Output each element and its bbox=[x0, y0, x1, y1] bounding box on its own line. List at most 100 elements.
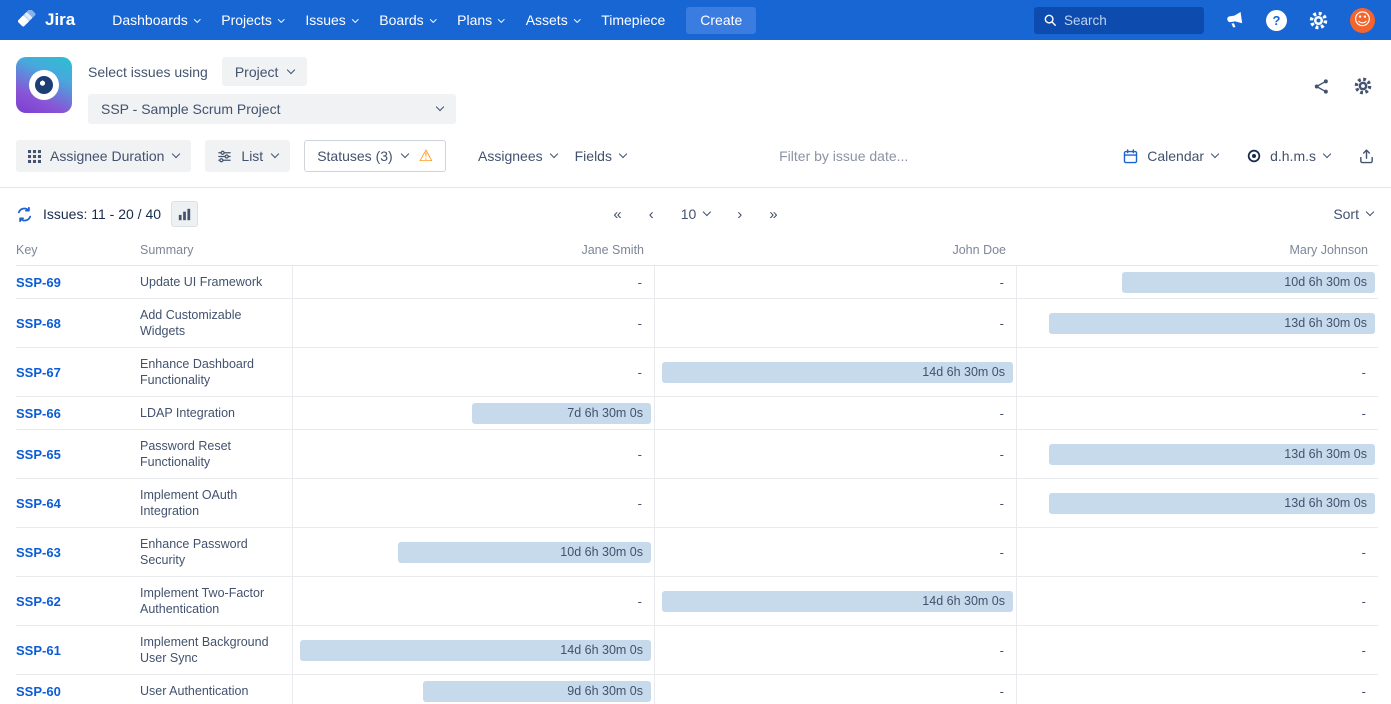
duration-cell: 14d 6h 30m 0s bbox=[292, 626, 654, 674]
issue-source-dropdown[interactable]: Project bbox=[222, 57, 308, 86]
chevron-down-icon bbox=[278, 16, 284, 22]
issue-summary: LDAP Integration bbox=[140, 397, 292, 429]
issue-summary: User Authentication bbox=[140, 675, 292, 704]
issue-key-link[interactable]: SSP-60 bbox=[16, 684, 61, 699]
duration-cell: 9d 6h 30m 0s bbox=[292, 675, 654, 704]
assignees-dropdown[interactable]: Assignees bbox=[478, 148, 557, 164]
duration-cell: - bbox=[654, 675, 1016, 704]
duration-cell: - bbox=[654, 397, 1016, 429]
issue-key-link[interactable]: SSP-65 bbox=[16, 447, 61, 462]
duration-cell: 14d 6h 30m 0s bbox=[654, 348, 1016, 396]
grid-icon bbox=[28, 150, 41, 163]
nav-item-timepiece[interactable]: Timepiece bbox=[590, 0, 676, 40]
top-navbar: Jira Dashboards Projects IssuesBoardsPlans… bbox=[0, 0, 1391, 40]
nav-item-projects[interactable]: Projects bbox=[210, 0, 294, 40]
column-header-summary[interactable]: Summary bbox=[140, 243, 292, 257]
page-size-value: 10 bbox=[681, 206, 697, 222]
duration-bar: 13d 6h 30m 0s bbox=[1049, 313, 1375, 334]
chevron-down-icon bbox=[498, 16, 504, 22]
page-size-select[interactable]: 10 bbox=[681, 206, 711, 222]
jira-logo[interactable]: Jira bbox=[18, 10, 75, 30]
report-settings-gear-icon[interactable] bbox=[1353, 76, 1373, 96]
statuses-dropdown[interactable]: Statuses (3) ⚠ bbox=[304, 140, 446, 172]
view-mode-dropdown[interactable]: List bbox=[205, 140, 290, 172]
issue-key-link[interactable]: SSP-68 bbox=[16, 316, 61, 331]
table-row: SSP-61Implement Background User Sync14d … bbox=[16, 626, 1378, 675]
next-page-button[interactable]: › bbox=[737, 206, 742, 223]
last-page-button[interactable]: » bbox=[769, 206, 777, 223]
create-button[interactable]: Create bbox=[686, 7, 756, 34]
prev-page-button[interactable]: ‹ bbox=[649, 206, 654, 223]
issue-key-link[interactable]: SSP-63 bbox=[16, 545, 61, 560]
issue-date-filter-input[interactable] bbox=[779, 148, 969, 164]
duration-cell: - bbox=[292, 577, 654, 625]
empty-duration-value: - bbox=[1362, 594, 1366, 609]
nav-item-boards[interactable]: Boards bbox=[368, 0, 446, 40]
column-header-assignee-2[interactable]: John Doe bbox=[654, 243, 1016, 257]
project-select-dropdown[interactable]: SSP - Sample Scrum Project bbox=[88, 94, 456, 124]
export-icon[interactable] bbox=[1358, 148, 1375, 165]
empty-duration-value: - bbox=[1000, 447, 1004, 462]
refresh-icon[interactable] bbox=[16, 206, 33, 223]
table-row: SSP-64Implement OAuth Integration--13d 6… bbox=[16, 479, 1378, 528]
issue-key-cell: SSP-66 bbox=[16, 405, 140, 421]
search-input[interactable] bbox=[1064, 13, 1184, 28]
duration-cell: 7d 6h 30m 0s bbox=[292, 397, 654, 429]
empty-duration-value: - bbox=[1362, 643, 1366, 658]
announcement-icon[interactable] bbox=[1225, 10, 1245, 30]
issue-summary: Enhance Dashboard Functionality bbox=[140, 348, 292, 396]
fields-dropdown[interactable]: Fields bbox=[575, 148, 626, 164]
duration-bar: 14d 6h 30m 0s bbox=[662, 362, 1013, 383]
duration-bar: 14d 6h 30m 0s bbox=[300, 640, 651, 661]
issue-key-link[interactable]: SSP-64 bbox=[16, 496, 61, 511]
settings-gear-icon[interactable] bbox=[1308, 10, 1329, 31]
nav-item-assets[interactable]: Assets bbox=[515, 0, 591, 40]
duration-cell: 13d 6h 30m 0s bbox=[1016, 430, 1378, 478]
chevron-down-icon bbox=[194, 16, 200, 22]
calendar-icon bbox=[1122, 148, 1139, 165]
nav-item-plans[interactable]: Plans bbox=[446, 0, 515, 40]
help-icon[interactable]: ? bbox=[1266, 10, 1287, 31]
issue-key-cell: SSP-64 bbox=[16, 495, 140, 511]
report-header-actions bbox=[1312, 76, 1373, 96]
list-view-icon bbox=[217, 149, 232, 164]
table-header-row: Key Summary Jane Smith John Doe Mary Joh… bbox=[16, 243, 1378, 266]
column-header-key[interactable]: Key bbox=[16, 243, 140, 257]
nav-menu: Dashboards Projects IssuesBoardsPlansAsset… bbox=[101, 0, 676, 40]
sort-dropdown[interactable]: Sort bbox=[1333, 206, 1373, 222]
nav-item-label: Projects bbox=[221, 12, 272, 28]
user-avatar[interactable]: ☺ bbox=[1350, 8, 1375, 33]
chevron-down-icon bbox=[1366, 208, 1374, 216]
table-body: SSP-69Update UI Framework--10d 6h 30m 0s… bbox=[0, 266, 1391, 704]
duration-bar: 10d 6h 30m 0s bbox=[1122, 272, 1375, 293]
report-type-dropdown[interactable]: Assignee Duration bbox=[16, 140, 191, 172]
issue-key-link[interactable]: SSP-61 bbox=[16, 643, 61, 658]
column-header-assignee-3[interactable]: Mary Johnson bbox=[1016, 243, 1378, 257]
issue-summary: Password Reset Functionality bbox=[140, 430, 292, 478]
issue-key-link[interactable]: SSP-62 bbox=[16, 594, 61, 609]
first-page-button[interactable]: « bbox=[613, 206, 621, 223]
duration-bar: 9d 6h 30m 0s bbox=[423, 681, 651, 702]
column-header-assignee-1[interactable]: Jane Smith bbox=[292, 243, 654, 257]
empty-duration-value: - bbox=[1000, 545, 1004, 560]
nav-item-issues[interactable]: Issues bbox=[294, 0, 368, 40]
empty-duration-value: - bbox=[1362, 545, 1366, 560]
issue-key-link[interactable]: SSP-67 bbox=[16, 365, 61, 380]
chevron-down-icon bbox=[400, 150, 408, 158]
toolbar-right: Calendar d.h.m.s bbox=[1122, 148, 1375, 165]
issue-key-cell: SSP-61 bbox=[16, 642, 140, 658]
issue-key-link[interactable]: SSP-69 bbox=[16, 275, 61, 290]
global-search[interactable] bbox=[1034, 7, 1204, 34]
duration-format-dropdown[interactable]: d.h.m.s bbox=[1246, 148, 1330, 164]
share-icon[interactable] bbox=[1312, 77, 1331, 96]
nav-item-dashboards[interactable]: Dashboards bbox=[101, 0, 210, 40]
issue-key-link[interactable]: SSP-66 bbox=[16, 406, 61, 421]
page: Jira Dashboards Projects IssuesBoardsPlans… bbox=[0, 0, 1391, 704]
chevron-down-icon bbox=[703, 208, 711, 216]
empty-duration-value: - bbox=[1000, 496, 1004, 511]
calendar-dropdown[interactable]: Calendar bbox=[1122, 148, 1218, 165]
empty-duration-value: - bbox=[638, 594, 642, 609]
empty-duration-value: - bbox=[1362, 406, 1366, 421]
chart-view-button[interactable] bbox=[171, 201, 198, 227]
issue-key-cell: SSP-60 bbox=[16, 683, 140, 699]
